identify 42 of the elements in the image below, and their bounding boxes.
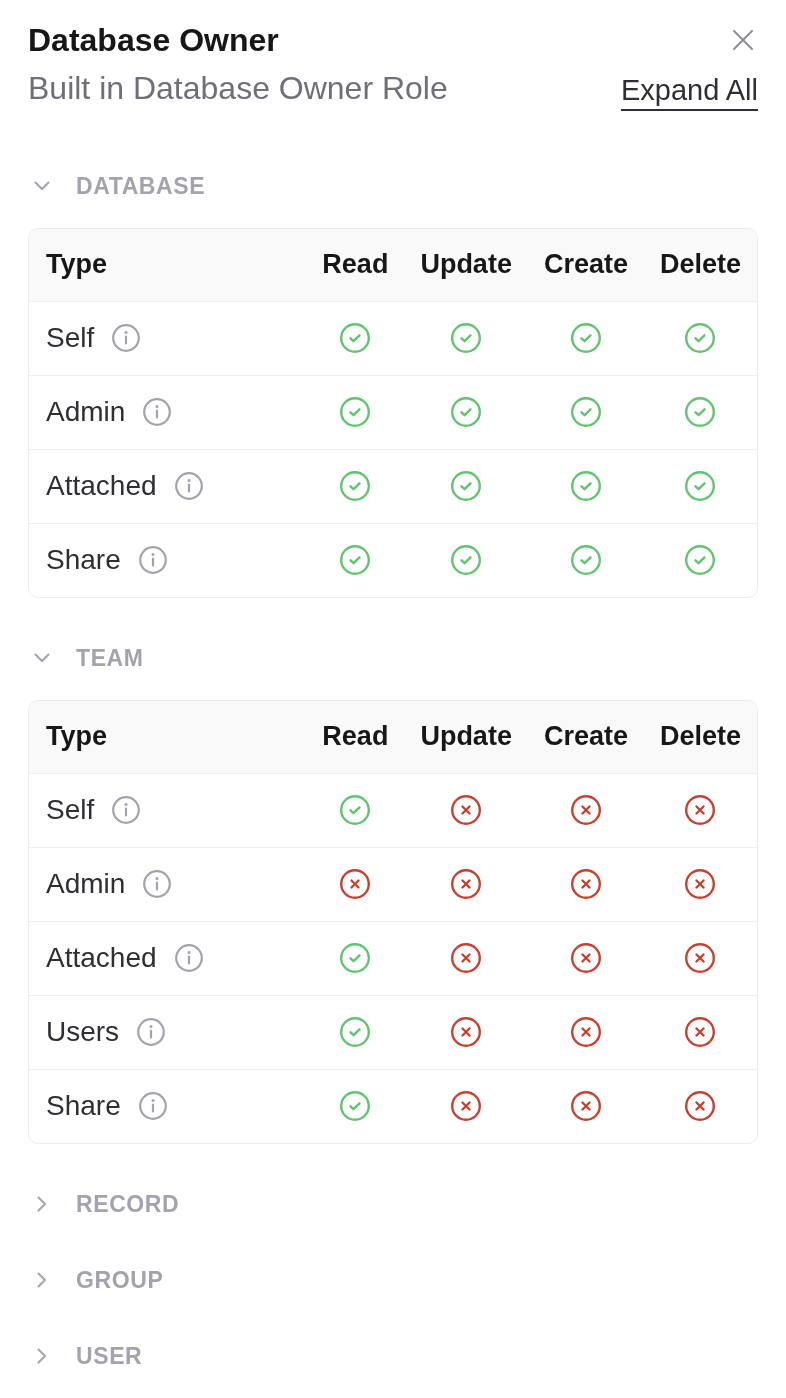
info-icon[interactable] (112, 324, 141, 352)
chevron-down-icon (34, 181, 50, 191)
section-toggle[interactable]: USER (28, 1318, 143, 1394)
chevron-right-icon (37, 1196, 47, 1212)
close-icon[interactable] (733, 30, 753, 50)
section-toggle[interactable]: RECORD (28, 1166, 180, 1242)
info-icon[interactable] (143, 870, 172, 898)
column-header: Read (322, 721, 389, 752)
info-icon[interactable] (138, 546, 167, 575)
expand-all-link[interactable]: Expand All (620, 72, 758, 111)
type-name: Admin (46, 396, 126, 428)
column-header: Type (46, 249, 107, 280)
column-header: Delete (659, 249, 741, 280)
column-header: Update (420, 249, 512, 280)
type-name: Self (46, 794, 95, 826)
column-header: Delete (659, 721, 741, 752)
section-toggle[interactable]: TEAM (28, 620, 144, 696)
type-name: Attached (46, 470, 157, 502)
column-header: Type (46, 721, 107, 752)
section-toggle[interactable]: DATABASE (28, 148, 206, 224)
info-icon[interactable] (137, 1018, 166, 1046)
section-toggle[interactable]: GROUP (28, 1242, 164, 1318)
panel-subtitle: Built in Database Owner Role (28, 69, 448, 108)
type-name: Attached (46, 942, 157, 974)
info-icon[interactable] (143, 398, 172, 426)
type-name: Admin (46, 868, 126, 900)
info-icon[interactable] (174, 944, 203, 972)
type-name: Share (46, 1090, 121, 1123)
column-header: Create (543, 721, 628, 752)
info-icon[interactable] (112, 796, 141, 824)
info-icon[interactable] (174, 472, 203, 500)
type-name: Share (46, 544, 121, 577)
column-header: Read (322, 249, 389, 280)
chevron-down-icon (34, 653, 50, 663)
chevron-right-icon (37, 1348, 47, 1364)
info-icon[interactable] (138, 1092, 167, 1121)
column-header: Update (420, 721, 512, 752)
chevron-right-icon (37, 1272, 47, 1288)
type-name: Users (46, 1016, 120, 1048)
type-name: Self (46, 322, 95, 354)
column-header: Create (543, 249, 628, 280)
panel-title: Database Owner (28, 22, 280, 58)
